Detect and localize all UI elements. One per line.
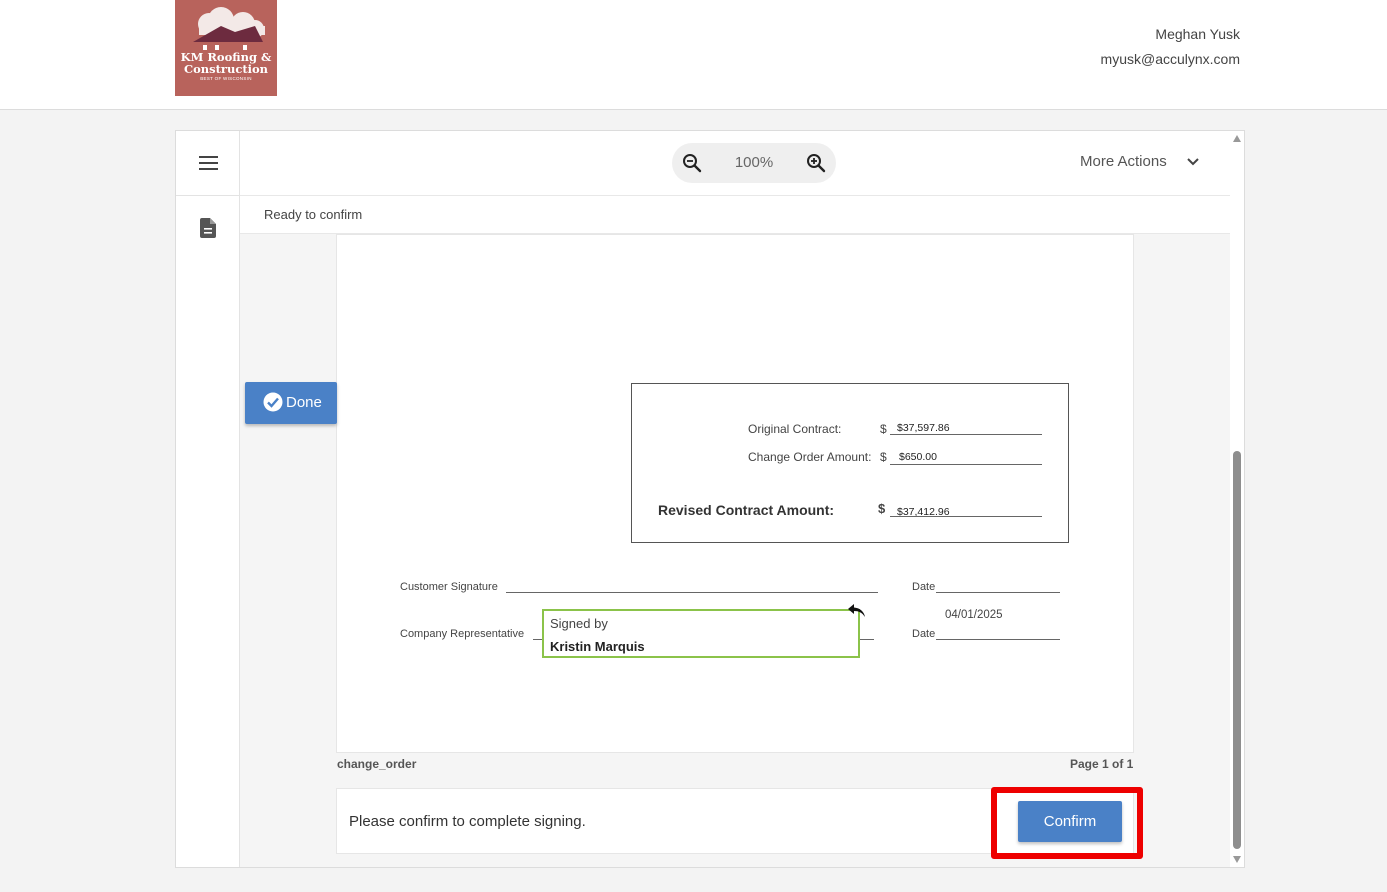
menu-cell[interactable] (176, 131, 240, 196)
contract-summary-box: Original Contract: $ $37,597.86 Change O… (631, 383, 1069, 543)
done-button[interactable]: Done (245, 382, 337, 424)
change-order-label: Change Order Amount: (748, 450, 872, 464)
document-page: Original Contract: $ $37,597.86 Change O… (336, 234, 1134, 753)
original-contract-dollar: $ (880, 422, 887, 436)
scroll-thumb[interactable] (1233, 451, 1241, 849)
signed-by-label: Signed by (550, 616, 608, 631)
revised-contract-line (890, 516, 1042, 517)
customer-date-line (936, 592, 1060, 593)
company-logo: KM Roofing & Construction BEST OF WISCON… (175, 0, 277, 96)
user-email: myusk@acculynx.com (1100, 51, 1240, 67)
zoom-in-icon[interactable] (806, 153, 826, 173)
page-indicator: Page 1 of 1 (1070, 757, 1134, 771)
company-rep-label: Company Representative (400, 628, 525, 640)
confirm-message: Please confirm to complete signing. (349, 813, 586, 830)
signer-name: Kristin Marquis (550, 639, 645, 654)
vertical-scrollbar[interactable] (1230, 131, 1244, 867)
company-rep-date-label: Date (912, 628, 936, 640)
change-order-line (890, 464, 1042, 465)
customer-signature-label: Customer Signature (400, 581, 498, 593)
change-order-dollar: $ (880, 450, 887, 464)
status-bar: Ready to confirm (240, 196, 1230, 234)
customer-date-label: Date (912, 581, 936, 593)
company-rep-line-right (860, 639, 874, 640)
change-order-amount: $650.00 (899, 451, 937, 463)
document-area: Original Contract: $ $37,597.86 Change O… (240, 234, 1230, 867)
logo-line-2: Construction (183, 62, 269, 76)
original-contract-amount: $37,597.86 (897, 422, 950, 434)
signature-field[interactable]: Signed by Kristin Marquis (542, 609, 860, 658)
confirm-panel: Please confirm to complete signing. Conf… (336, 787, 1143, 859)
toolbar: 100% More Actions (240, 131, 1230, 196)
scroll-up-arrow[interactable] (1233, 135, 1241, 142)
app-header: KM Roofing & Construction BEST OF WISCON… (0, 0, 1387, 110)
signed-date: 04/01/2025 (945, 609, 1003, 621)
company-rep-date-line (936, 639, 1060, 640)
revised-contract-dollar: $ (878, 501, 886, 516)
zoom-out-icon[interactable] (682, 153, 702, 173)
undo-icon[interactable] (847, 603, 867, 619)
zoom-level: 100% (734, 154, 774, 171)
original-contract-line (890, 434, 1042, 435)
original-contract-label: Original Contract: (748, 422, 842, 436)
customer-signature-line (506, 592, 878, 593)
scroll-down-arrow[interactable] (1233, 856, 1241, 863)
status-text: Ready to confirm (264, 207, 363, 222)
roof-clouds-icon (193, 7, 265, 50)
done-button-label: Done (286, 394, 322, 411)
document-icon[interactable] (200, 218, 216, 238)
revised-contract-label: Revised Contract Amount: (658, 502, 835, 518)
logo-tagline: BEST OF WISCONSIN (200, 76, 252, 81)
document-viewer-frame: 100% More Actions Ready to confirm Origi… (175, 130, 1245, 868)
more-actions-button[interactable]: More Actions (1080, 153, 1167, 170)
sidebar (176, 131, 240, 867)
check-circle-icon (263, 392, 283, 412)
user-name: Meghan Yusk (1155, 26, 1240, 42)
chevron-down-icon[interactable] (1186, 157, 1200, 167)
menu-icon[interactable] (199, 156, 218, 170)
confirm-button[interactable]: Confirm (1018, 801, 1122, 842)
zoom-control: 100% (672, 143, 836, 183)
document-file-name: change_order (337, 757, 417, 771)
